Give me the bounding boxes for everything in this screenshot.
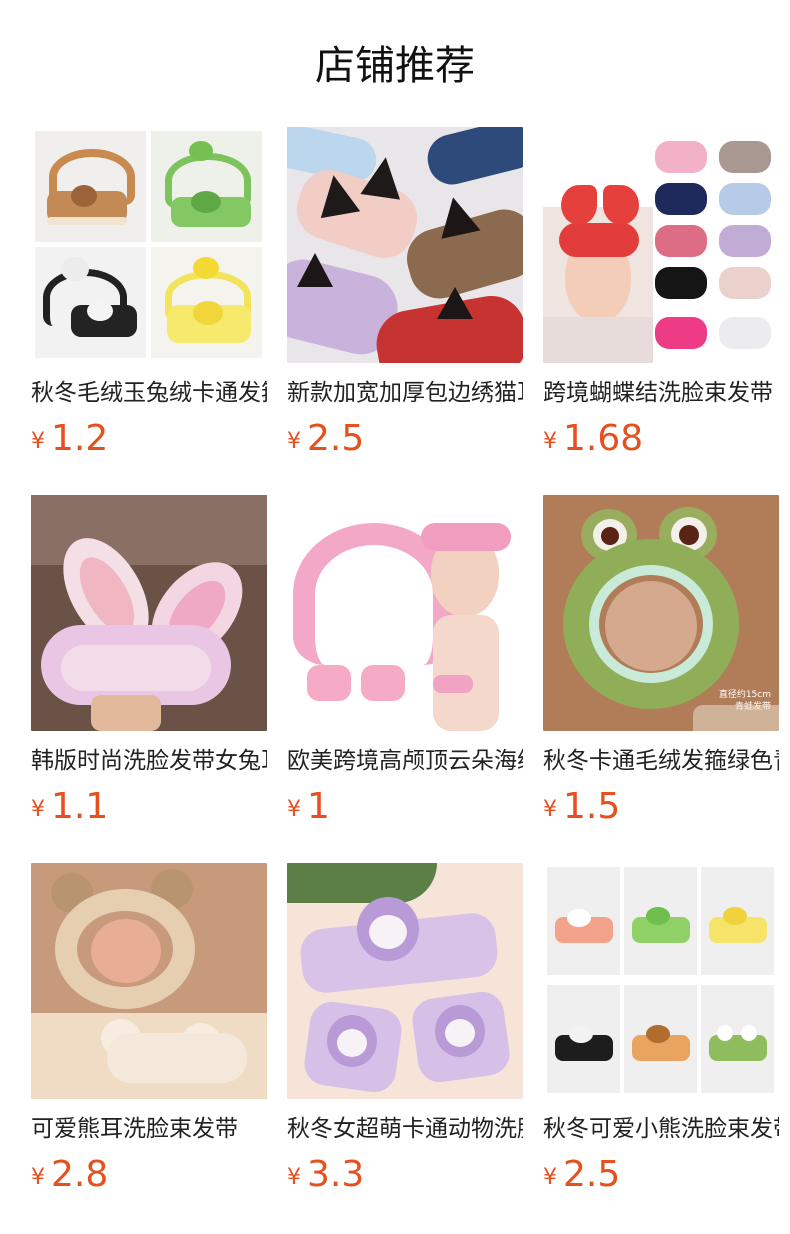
product-grid: 秋冬毛绒玉兔绒卡通发箍洗脸束发带 ¥1.2 新款加宽加厚包边绣猫耳朵发带 ¥2.…	[31, 127, 779, 1199]
collage-panel	[151, 131, 262, 242]
product-card[interactable]: 跨境蝴蝶结洗脸束发带 ¥1.68	[543, 127, 779, 463]
product-price: ¥1.2	[31, 419, 267, 459]
price-value: 2.5	[307, 418, 365, 459]
price-value: 1.68	[563, 418, 644, 459]
currency-symbol: ¥	[31, 429, 45, 454]
cat-ear-headband-image[interactable]	[287, 127, 523, 363]
section-title: 店铺推荐	[315, 43, 475, 89]
product-name[interactable]: 韩版时尚洗脸发带女兔耳朵	[31, 745, 267, 777]
product-name[interactable]: 秋冬毛绒玉兔绒卡通发箍洗脸束发带	[31, 377, 267, 409]
product-price: ¥2.8	[31, 1155, 267, 1195]
product-card[interactable]: 韩版时尚洗脸发带女兔耳朵 ¥1.1	[31, 495, 267, 831]
bunny-ear-headband-image[interactable]	[31, 495, 267, 731]
price-value: 1.5	[563, 786, 621, 827]
sponge-headband-image[interactable]	[287, 495, 523, 731]
price-value: 3.3	[307, 1154, 365, 1195]
product-name[interactable]: 秋冬女超萌卡通动物洗脸发带	[287, 1113, 523, 1145]
product-card[interactable]: 秋冬可爱小熊洗脸束发带 ¥2.5	[543, 863, 779, 1199]
product-card[interactable]: 欧美跨境高颅顶云朵海绵发箍 ¥1	[287, 495, 523, 831]
product-name[interactable]: 可爱熊耳洗脸束发带	[31, 1113, 267, 1145]
price-value: 1.2	[51, 418, 109, 459]
collage-panel	[35, 131, 146, 242]
collage-panel	[35, 247, 146, 358]
collage-panel	[624, 985, 697, 1093]
currency-symbol: ¥	[31, 797, 45, 822]
product-price: ¥2.5	[543, 1155, 779, 1195]
collage-panel	[701, 867, 774, 975]
product-card[interactable]: 可爱熊耳洗脸束发带 ¥2.8	[31, 863, 267, 1199]
price-value: 1.1	[51, 786, 109, 827]
currency-symbol: ¥	[31, 1165, 45, 1190]
product-price: ¥3.3	[287, 1155, 523, 1195]
kuromi-headband-image[interactable]	[287, 863, 523, 1099]
product-name[interactable]: 欧美跨境高颅顶云朵海绵发箍	[287, 745, 523, 777]
currency-symbol: ¥	[287, 1165, 301, 1190]
frog-headband-image[interactable]: 直径约15cm 青蛙发带	[543, 495, 779, 731]
currency-symbol: ¥	[287, 797, 301, 822]
product-price: ¥1.1	[31, 787, 267, 827]
price-value: 2.5	[563, 1154, 621, 1195]
product-name[interactable]: 新款加宽加厚包边绣猫耳朵发带	[287, 377, 523, 409]
caption-line: 直径约15cm	[718, 690, 771, 700]
currency-symbol: ¥	[543, 1165, 557, 1190]
bear-headband-collage-image[interactable]	[543, 863, 779, 1099]
bear-ear-headband-image[interactable]	[31, 863, 267, 1099]
collage-panel	[701, 985, 774, 1093]
product-price: ¥1.68	[543, 419, 779, 459]
product-card[interactable]: 新款加宽加厚包边绣猫耳朵发带 ¥2.5	[287, 127, 523, 463]
collage-panel	[547, 867, 620, 975]
collage-panel	[624, 867, 697, 975]
product-name[interactable]: 秋冬可爱小熊洗脸束发带	[543, 1113, 779, 1145]
collage-panel	[151, 247, 262, 358]
product-card[interactable]: 秋冬女超萌卡通动物洗脸发带 ¥3.3	[287, 863, 523, 1199]
collage-panel	[547, 985, 620, 1093]
product-name[interactable]: 跨境蝴蝶结洗脸束发带	[543, 377, 779, 409]
currency-symbol: ¥	[543, 797, 557, 822]
bow-headband-image[interactable]	[543, 127, 779, 363]
product-card[interactable]: 直径约15cm 青蛙发带 秋冬卡通毛绒发箍绿色青蛙 ¥1.5	[543, 495, 779, 831]
product-price: ¥1.5	[543, 787, 779, 827]
product-name[interactable]: 秋冬卡通毛绒发箍绿色青蛙	[543, 745, 779, 777]
price-value: 1	[307, 786, 330, 827]
product-price: ¥1	[287, 787, 523, 827]
product-card[interactable]: 秋冬毛绒玉兔绒卡通发箍洗脸束发带 ¥1.2	[31, 127, 267, 463]
plush-headband-collage-image[interactable]	[31, 127, 267, 363]
currency-symbol: ¥	[543, 429, 557, 454]
price-value: 2.8	[51, 1154, 109, 1195]
currency-symbol: ¥	[287, 429, 301, 454]
product-price: ¥2.5	[287, 419, 523, 459]
